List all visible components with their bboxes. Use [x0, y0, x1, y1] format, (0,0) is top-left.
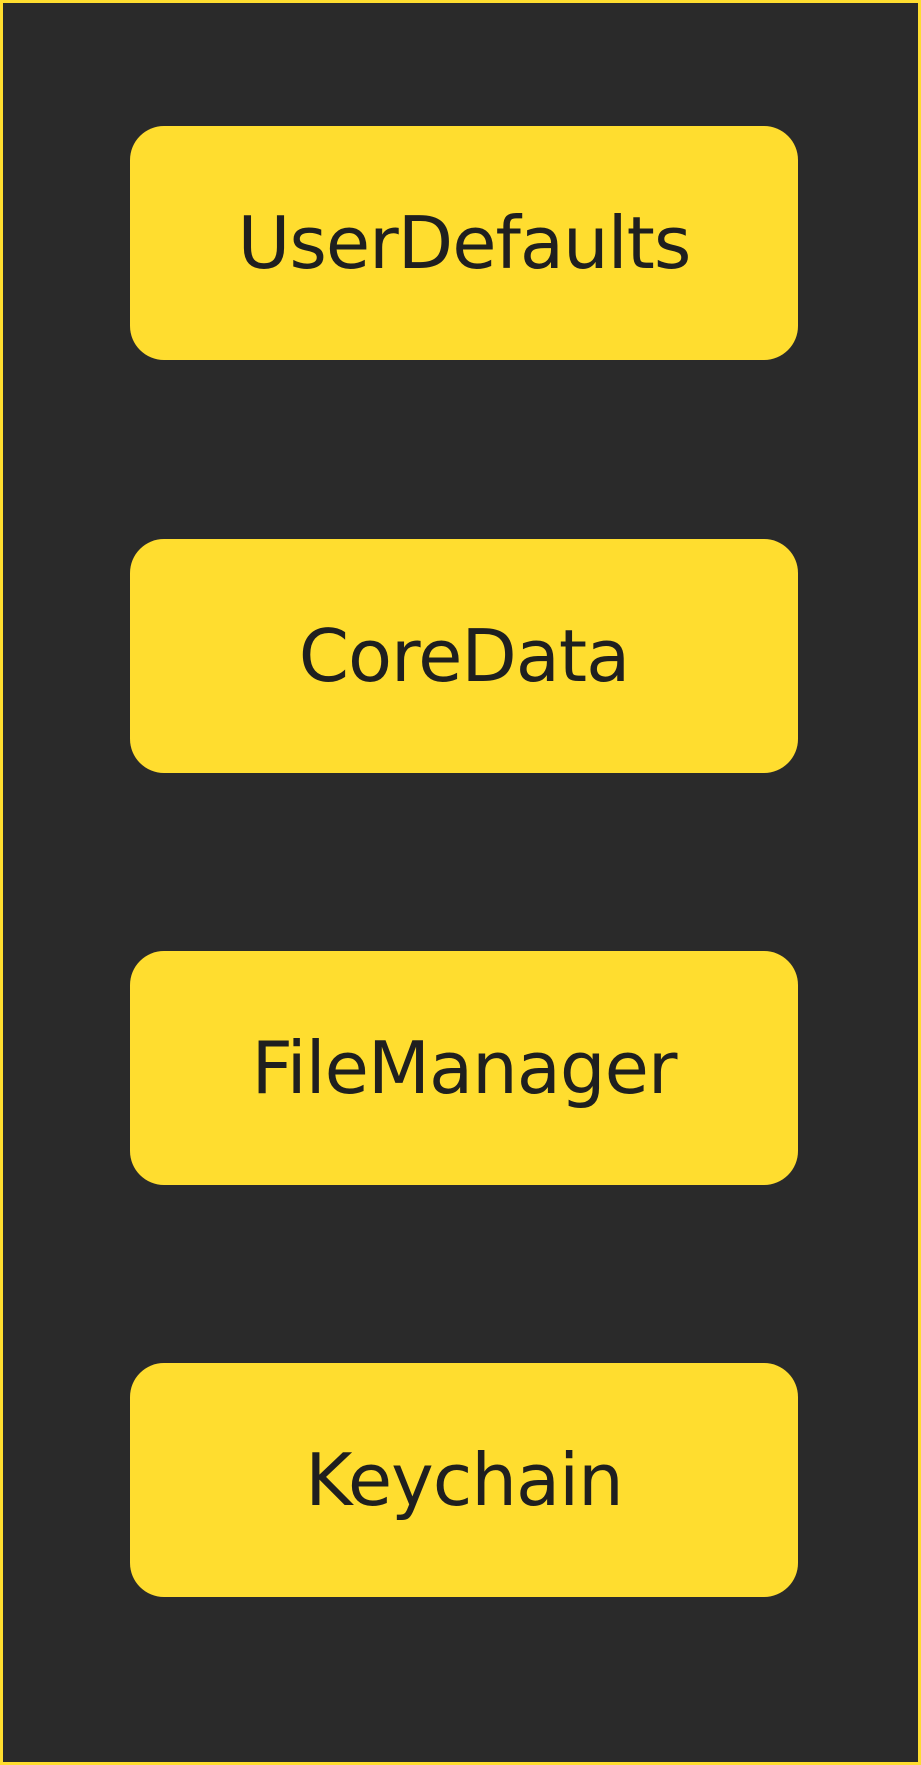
keychain-button[interactable]: Keychain [130, 1363, 798, 1597]
keychain-label: Keychain [305, 1438, 624, 1522]
coredata-label: CoreData [298, 614, 631, 698]
app-frame: UserDefaults CoreData FileManager Keycha… [0, 0, 921, 1765]
filemanager-button[interactable]: FileManager [130, 951, 798, 1185]
userdefaults-button[interactable]: UserDefaults [130, 126, 798, 360]
filemanager-label: FileManager [251, 1026, 677, 1110]
userdefaults-label: UserDefaults [237, 201, 692, 285]
coredata-button[interactable]: CoreData [130, 539, 798, 773]
